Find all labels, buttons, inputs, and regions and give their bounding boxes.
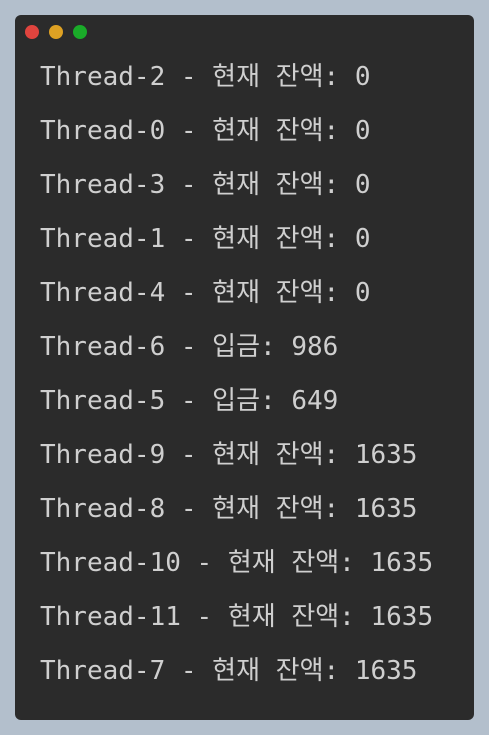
console-line: Thread-10 - 현재 잔액: 1635	[40, 548, 434, 578]
console-line: Thread-4 - 현재 잔액: 0	[40, 278, 371, 308]
maximize-button[interactable]	[73, 25, 87, 39]
console-line: Thread-7 - 현재 잔액: 1635	[40, 656, 418, 686]
console-line: Thread-8 - 현재 잔액: 1635	[40, 494, 418, 524]
close-button[interactable]	[25, 25, 39, 39]
console-line: Thread-1 - 현재 잔액: 0	[40, 224, 371, 254]
console-output: Thread-2 - 현재 잔액: 0 Thread-0 - 현재 잔액: 0 …	[40, 59, 464, 707]
terminal-window: Thread-2 - 현재 잔액: 0 Thread-0 - 현재 잔액: 0 …	[15, 15, 474, 720]
console-line: Thread-9 - 현재 잔액: 1635	[40, 440, 418, 470]
console-line: Thread-6 - 입금: 986	[40, 332, 339, 362]
console-line: Thread-5 - 입금: 649	[40, 386, 339, 416]
window-controls	[25, 25, 87, 39]
minimize-button[interactable]	[49, 25, 63, 39]
console-line: Thread-11 - 현재 잔액: 1635	[40, 602, 434, 632]
console-line: Thread-3 - 현재 잔액: 0	[40, 170, 371, 200]
console-line: Thread-0 - 현재 잔액: 0	[40, 116, 371, 146]
console-line: Thread-2 - 현재 잔액: 0	[40, 62, 371, 92]
